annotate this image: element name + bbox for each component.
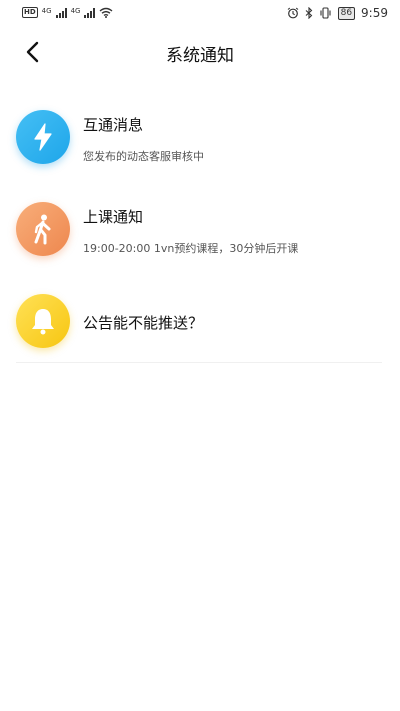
wifi-icon (100, 7, 113, 18)
status-time: 9:59 (361, 6, 388, 20)
vibrate-icon (320, 7, 331, 19)
walking-person-icon (34, 214, 51, 245)
status-bar-right: 86 9:59 (287, 6, 388, 20)
signal-icon (84, 8, 96, 18)
list-divider (16, 362, 382, 363)
notification-item-interaction[interactable]: 互通消息 您发布的动态客服审核中 (16, 96, 384, 188)
item-icon-wrapper (16, 294, 70, 348)
nav-bar: 系统通知 (0, 32, 400, 72)
lightning-icon (34, 123, 52, 151)
item-subtitle: 您发布的动态客服审核中 (83, 150, 204, 163)
item-title: 上课通知 (83, 208, 144, 226)
bell-icon (32, 309, 54, 335)
hd-badge: HD (22, 7, 38, 18)
item-title: 公告能不能推送？ (83, 314, 204, 332)
notification-item-class[interactable]: 上课通知 19:00-20:00 1vn预约课程，30分钟后开课 (16, 188, 384, 280)
status-bar: HD 4G 4G 86 9:59 (0, 0, 400, 28)
item-subtitle: 19:00-20:00 1vn预约课程，30分钟后开课 (83, 242, 299, 255)
network-type-1: 4G (41, 7, 52, 15)
item-icon-wrapper (16, 110, 70, 164)
item-icon-wrapper (16, 202, 70, 256)
page-title: 系统通知 (166, 46, 234, 66)
notification-item-announcement[interactable]: 公告能不能推送？ (16, 280, 384, 372)
network-type-2: 4G (70, 7, 81, 15)
bluetooth-icon (305, 7, 312, 19)
alarm-icon (287, 7, 298, 19)
notification-list: 互通消息 您发布的动态客服审核中 上课通知 19:00-20:00 1vn预约课… (16, 96, 384, 372)
signal-icon (55, 8, 67, 18)
battery-indicator: 86 (337, 6, 356, 20)
item-title: 互通消息 (83, 116, 144, 134)
status-bar-left: HD 4G 4G (22, 7, 113, 18)
